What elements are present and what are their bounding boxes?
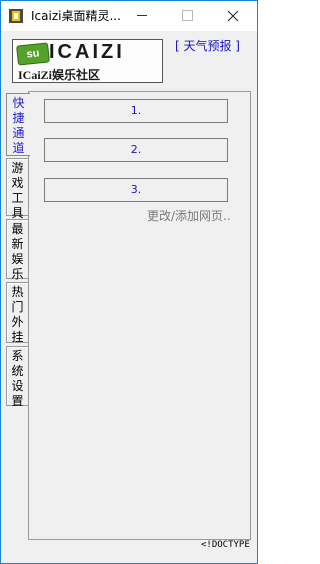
- tab-label-char: 统: [11, 364, 24, 378]
- tab-label-char: 捷: [12, 111, 25, 125]
- tab-label-char: 最: [11, 222, 24, 236]
- window-title: Icaizi桌面精灵...: [31, 9, 121, 23]
- tab-label-char: 乐: [11, 267, 24, 281]
- tab-label-char: 新: [11, 237, 24, 251]
- minimize-button[interactable]: [119, 1, 164, 30]
- close-button[interactable]: [210, 1, 255, 30]
- logo-badge: su: [16, 42, 50, 66]
- maximize-button[interactable]: [164, 1, 209, 30]
- tab-label-char: 门: [11, 300, 24, 314]
- status-text: <!DOCTYPE: [201, 540, 250, 550]
- tab-label-char: 置: [11, 394, 24, 408]
- tab-quick-access[interactable]: 快捷通道: [6, 93, 30, 156]
- tab-label-char: 工: [11, 191, 24, 205]
- logo-wordmark: ICAIZI: [49, 41, 125, 63]
- logo-subtitle: ICaiZi娱乐社区: [18, 68, 101, 82]
- tab-system-settings[interactable]: 系统设置: [6, 346, 28, 408]
- tab-label-char: 戏: [11, 176, 24, 190]
- shortcut-button-1[interactable]: 1.: [44, 99, 228, 123]
- shortcut-panel: 1. 2. 3. 更改/添加网页..: [28, 91, 251, 540]
- app-icon: [8, 8, 24, 24]
- tab-label-char: 系: [11, 349, 24, 363]
- tab-label-char: 外: [11, 315, 24, 329]
- tab-label-char: 娱: [11, 252, 24, 266]
- app-window: Icaizi桌面精灵... su ICAIZI ICaiZi娱乐社区 [ 天气预…: [0, 0, 258, 564]
- shortcut-button-2[interactable]: 2.: [44, 138, 228, 162]
- close-icon: [227, 10, 239, 22]
- tab-label-char: 道: [12, 141, 25, 155]
- tab-label-char: 热: [11, 285, 24, 299]
- tab-latest-entertainment[interactable]: 最新娱乐: [6, 219, 28, 281]
- tab-label-char: 游: [11, 161, 24, 175]
- tab-label-char: 通: [12, 126, 25, 140]
- tab-label-char: 挂: [11, 330, 24, 344]
- shortcut-button-3[interactable]: 3.: [44, 178, 228, 202]
- title-bar[interactable]: Icaizi桌面精灵...: [1, 1, 257, 31]
- tab-popular-plugins[interactable]: 热门外挂: [6, 282, 28, 344]
- brand-logo[interactable]: su ICAIZI ICaiZi娱乐社区: [12, 39, 163, 83]
- edit-pages-link[interactable]: 更改/添加网页..: [147, 207, 231, 224]
- tab-label-char: 快: [12, 96, 25, 110]
- tab-label-char: 设: [11, 379, 24, 393]
- tab-game-tools[interactable]: 游戏工具: [6, 158, 28, 220]
- weather-forecast-link[interactable]: [ 天气预报 ]: [175, 37, 240, 54]
